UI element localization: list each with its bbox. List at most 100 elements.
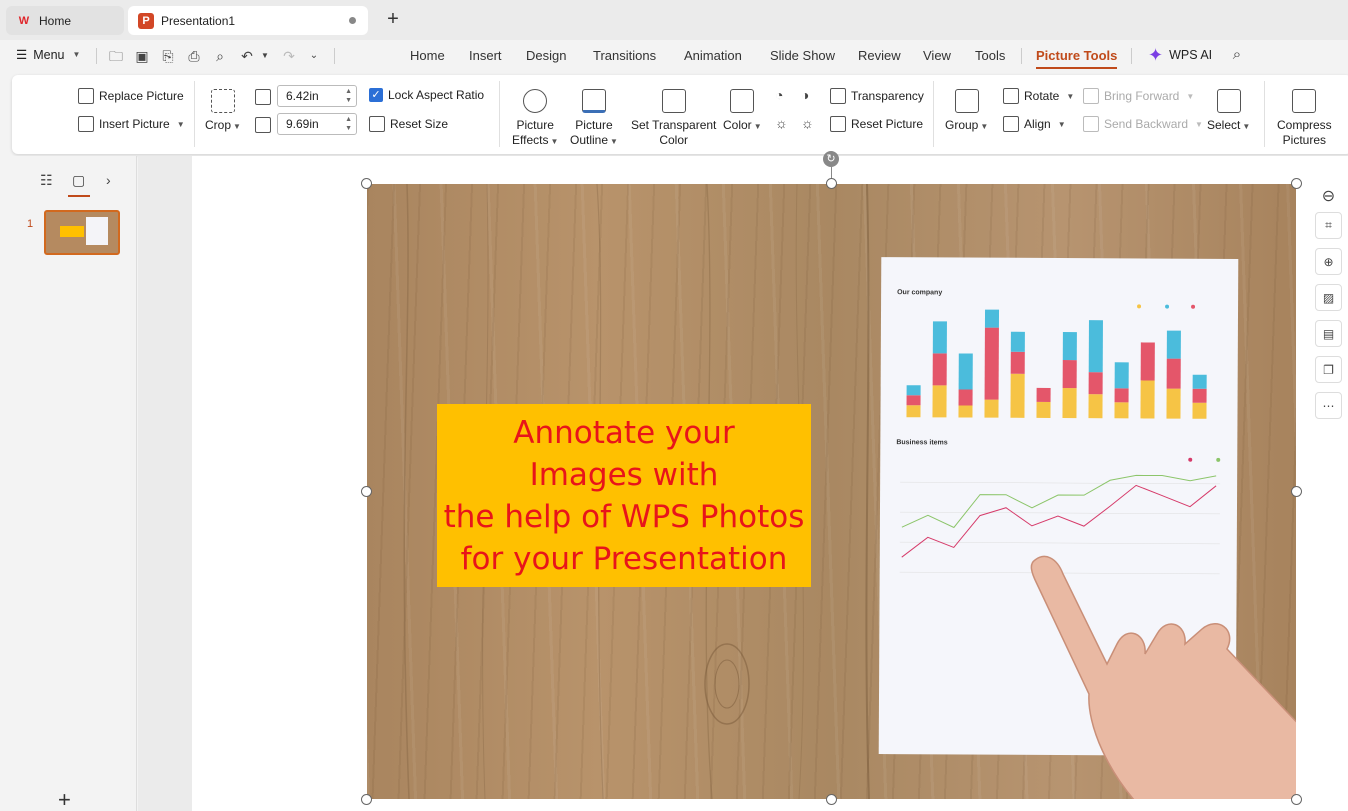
- picture-outline-button[interactable]: Picture Outline ▼: [570, 89, 618, 149]
- export-pdf-icon[interactable]: ⎘: [159, 47, 177, 65]
- tab-design[interactable]: Design: [526, 48, 566, 63]
- color-icon: [730, 89, 755, 113]
- lock-aspect-ratio-checkbox[interactable]: ✓ Lock Aspect Ratio: [369, 88, 484, 102]
- thumbnail-annotation: [60, 226, 84, 237]
- insert-picture-label: Insert Picture: [99, 117, 170, 131]
- slide-thumbnail[interactable]: [44, 210, 120, 255]
- reset-picture-icon: [830, 116, 846, 132]
- select-icon: [1216, 89, 1241, 113]
- less-brightness-icon[interactable]: ☼: [801, 115, 814, 131]
- add-slide-button[interactable]: +: [58, 787, 71, 811]
- eyedropper-icon: [661, 89, 686, 113]
- divider: [1021, 48, 1022, 64]
- resize-handle-right[interactable]: [1291, 486, 1302, 497]
- wps-ai-button[interactable]: ✦ WPS AI: [1148, 46, 1212, 64]
- divider: [96, 48, 97, 64]
- resize-handle-top-left[interactable]: [361, 178, 372, 189]
- undo-dropdown-icon[interactable]: ▼: [256, 47, 274, 65]
- resize-handle-bottom-right[interactable]: [1291, 794, 1302, 805]
- reset-size-label: Reset Size: [390, 117, 449, 131]
- tab-presentation-label: Presentation1: [161, 13, 236, 28]
- tab-tools[interactable]: Tools: [975, 48, 1005, 63]
- send-backward-button[interactable]: Send Backward ▼: [1083, 116, 1203, 132]
- resize-handle-top[interactable]: [826, 178, 837, 189]
- width-input[interactable]: 9.69in ▲ ▼: [277, 113, 357, 135]
- reset-picture-label: Reset Picture: [851, 117, 924, 131]
- group-icon: [954, 89, 979, 113]
- search-icon[interactable]: ⌕: [1228, 46, 1246, 64]
- print-preview-icon[interactable]: ⌕: [211, 47, 229, 65]
- chevron-down-icon: ▼: [72, 50, 81, 59]
- rotate-button[interactable]: Rotate ▼: [1003, 88, 1074, 104]
- selected-picture[interactable]: Annotate your Images with the help of WP…: [367, 184, 1296, 799]
- group-button[interactable]: Group ▼: [945, 89, 988, 134]
- tab-slide-show[interactable]: Slide Show: [770, 48, 835, 63]
- tab-review[interactable]: Review: [858, 48, 901, 63]
- transparency-button[interactable]: Transparency: [830, 88, 924, 104]
- color-label: Color ▼: [723, 118, 762, 132]
- align-button[interactable]: Align ▼: [1003, 116, 1066, 132]
- collapse-minus-icon[interactable]: ⊖: [1315, 182, 1342, 209]
- copy-style-icon[interactable]: ❐: [1315, 356, 1342, 383]
- resize-handle-bottom[interactable]: [826, 794, 837, 805]
- compress-pictures-icon: [1292, 89, 1317, 113]
- height-input[interactable]: 6.42in ▲ ▼: [277, 85, 357, 107]
- insert-picture-icon: [78, 116, 94, 132]
- unsaved-dot-icon[interactable]: [349, 17, 356, 24]
- crop-tool-icon[interactable]: ⌗: [1315, 212, 1342, 239]
- zoom-in-icon[interactable]: ⊕: [1315, 248, 1342, 275]
- fill-pattern-icon[interactable]: ▨: [1315, 284, 1342, 311]
- undo-icon[interactable]: ↶: [238, 47, 256, 65]
- picture-outline-icon: [581, 89, 606, 113]
- compress-label-2: Pictures: [1282, 133, 1327, 147]
- thumbnail-paper: [86, 217, 108, 245]
- ai-sparkle-icon: ✦: [1148, 45, 1164, 65]
- tab-picture-tools[interactable]: Picture Tools: [1036, 48, 1118, 69]
- insert-picture-button[interactable]: Insert Picture ▼: [78, 116, 185, 132]
- tab-animation[interactable]: Animation: [684, 48, 742, 63]
- chevron-right-icon[interactable]: ›: [106, 172, 111, 188]
- picture-effects-button[interactable]: Picture Effects ▼: [512, 89, 558, 149]
- height-value: 6.42in: [286, 89, 319, 103]
- more-chevron-icon[interactable]: ⌄: [305, 47, 323, 65]
- tab-view[interactable]: View: [923, 48, 951, 63]
- tab-transitions[interactable]: Transitions: [593, 48, 656, 63]
- tab-presentation[interactable]: P Presentation1: [128, 6, 368, 35]
- new-tab-button[interactable]: +: [383, 9, 403, 31]
- more-brightness-icon[interactable]: ☼: [775, 115, 788, 131]
- picture-effects-label-1: Picture: [516, 118, 554, 132]
- reset-picture-button[interactable]: Reset Picture: [830, 116, 923, 132]
- reset-size-button[interactable]: Reset Size: [369, 116, 448, 132]
- tab-insert[interactable]: Insert: [469, 48, 502, 63]
- checkmark-icon: ✓: [369, 88, 383, 102]
- save-icon[interactable]: ▣: [133, 47, 151, 65]
- tab-home[interactable]: W Home: [6, 6, 124, 35]
- resize-handle-left[interactable]: [361, 486, 372, 497]
- rotate-handle-icon[interactable]: ↻: [823, 151, 839, 167]
- replace-picture-button[interactable]: Replace Picture: [78, 88, 184, 104]
- resize-handle-bottom-left[interactable]: [361, 794, 372, 805]
- width-spinner-icon[interactable]: ▲ ▼: [345, 115, 352, 133]
- tab-home-ribbon[interactable]: Home: [410, 48, 445, 63]
- resize-handle-top-right[interactable]: [1291, 178, 1302, 189]
- picture-tools-ribbon: Replace Picture Insert Picture ▼ Crop ▼ 6…: [12, 75, 1348, 154]
- annotation-text-box[interactable]: Annotate your Images with the help of WP…: [437, 404, 811, 587]
- more-contrast-icon[interactable]: ◔: [775, 87, 783, 103]
- compress-pictures-button[interactable]: Compress Pictures: [1277, 89, 1332, 148]
- height-spinner-icon[interactable]: ▲ ▼: [345, 87, 352, 105]
- bring-forward-button[interactable]: Bring Forward ▼: [1083, 88, 1194, 104]
- transparency-label: Transparency: [851, 89, 924, 103]
- color-button[interactable]: Color ▼: [723, 89, 762, 134]
- print-icon[interactable]: ⎙: [185, 47, 203, 65]
- redo-icon[interactable]: ↷: [280, 47, 298, 65]
- select-button[interactable]: Select ▼: [1207, 89, 1250, 134]
- crop-button[interactable]: Crop ▼: [205, 89, 241, 134]
- less-contrast-icon[interactable]: ◑: [801, 87, 809, 103]
- outline-view-icon[interactable]: ☷: [40, 172, 53, 189]
- picture-text-icon[interactable]: ▤: [1315, 320, 1342, 347]
- open-folder-icon[interactable]: 🗀: [107, 47, 125, 65]
- set-transparent-color-button[interactable]: Set Transparent Color: [631, 89, 716, 148]
- slides-view-icon[interactable]: ▢: [72, 172, 85, 189]
- menu-button[interactable]: ☰ Menu ▼: [16, 47, 81, 63]
- more-options-icon[interactable]: ⋯: [1315, 392, 1342, 419]
